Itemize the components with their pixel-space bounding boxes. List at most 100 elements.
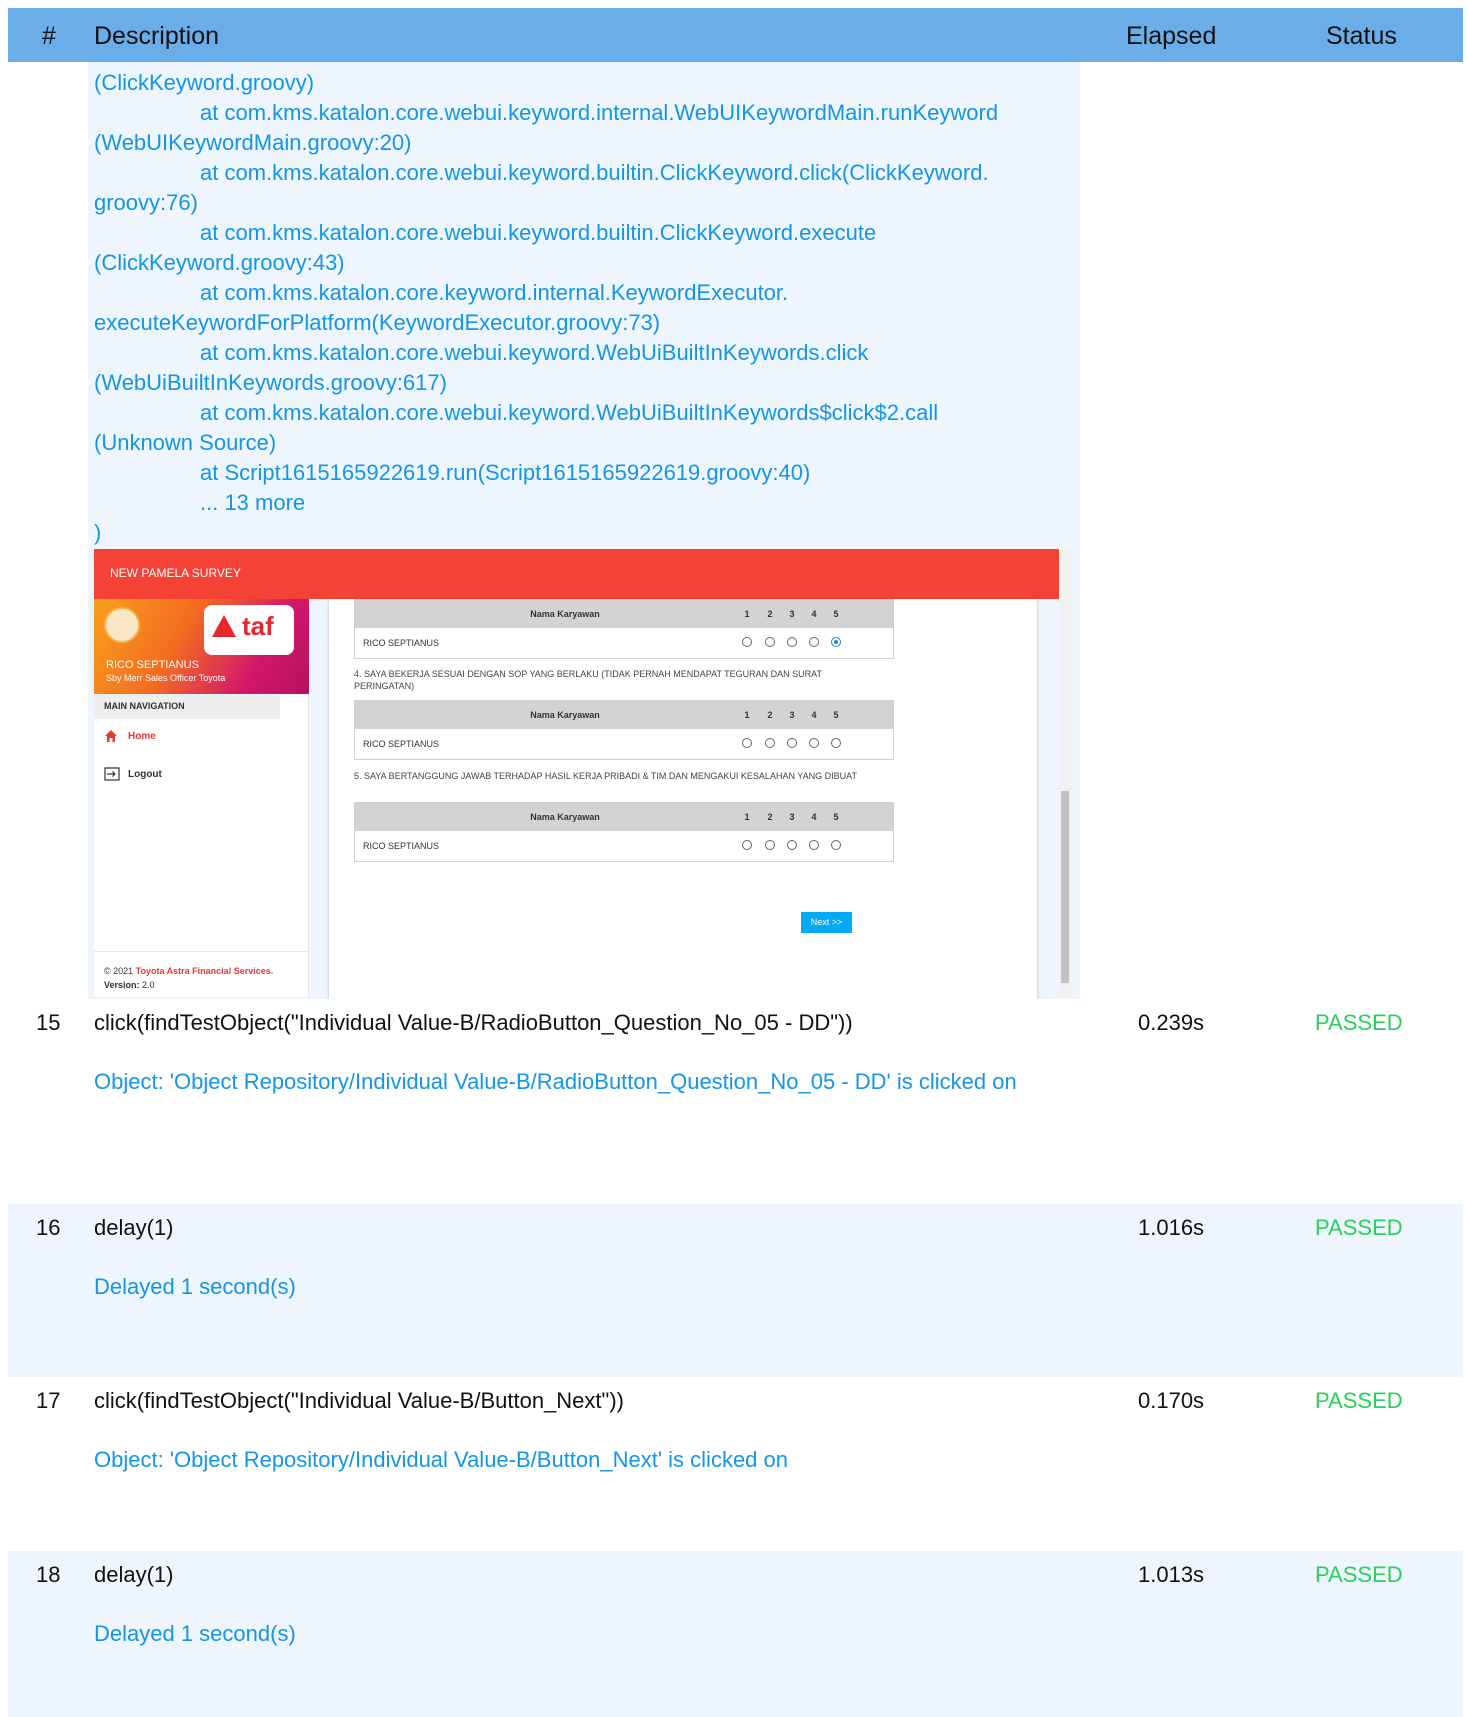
header-num: #: [42, 22, 56, 50]
radio-option[interactable]: [809, 637, 819, 647]
version-value: 2.0: [142, 980, 155, 990]
home-icon: [105, 730, 117, 742]
step-command: delay(1): [94, 1215, 174, 1240]
step-row-16: 16 delay(1) 1.016s PASSED Delayed 1 seco…: [8, 1204, 1463, 1377]
step-number: 18: [36, 1562, 61, 1587]
radio-option[interactable]: [765, 738, 775, 748]
radio-option[interactable]: [742, 637, 752, 647]
trace-line: groovy:76): [94, 190, 198, 215]
radio-option[interactable]: [831, 738, 841, 748]
taf-logo-icon: [212, 615, 236, 637]
rating-table: Nama Karyawan 1 2 3 4 5 RICO SEPTIANUS: [354, 700, 894, 760]
trace-line: (WebUiBuiltInKeywords.groovy:617): [94, 370, 447, 395]
scrollbar-thumb[interactable]: [1061, 791, 1069, 983]
col-scale: 5: [833, 710, 839, 720]
survey-card: Nama Karyawan 1 2 3 4 5 RICO SEPTIANUS 4…: [329, 599, 1037, 999]
employee-name: RICO SEPTIANUS: [363, 739, 440, 749]
trace-line: at com.kms.katalon.core.webui.keyword.We…: [200, 340, 869, 365]
radio-option[interactable]: [809, 840, 819, 850]
copyright-company: Toyota Astra Financial Services.: [135, 966, 274, 976]
nav-home[interactable]: Home: [128, 731, 156, 742]
col-scale: 4: [811, 812, 817, 822]
radio-option[interactable]: [765, 840, 775, 850]
step-status: PASSED: [1315, 1215, 1403, 1240]
rating-table-header: Nama Karyawan 1 2 3 4 5: [355, 600, 893, 628]
user-name: RICO SEPTIANUS: [106, 659, 199, 671]
radio-option-selected[interactable]: [831, 637, 841, 647]
step-elapsed: 1.013s: [1138, 1562, 1205, 1587]
trace-line: (Unknown Source): [94, 430, 277, 455]
col-scale: 1: [744, 812, 750, 822]
radio-option[interactable]: [787, 637, 797, 647]
trace-line: at com.kms.katalon.core.keyword.internal…: [200, 280, 789, 305]
step-message: Object: 'Object Repository/Individual Va…: [94, 1447, 788, 1472]
version-label: Version:: [104, 980, 140, 990]
next-button[interactable]: Next >>: [801, 912, 852, 933]
step-number: 16: [36, 1215, 61, 1240]
trace-line: at Script1615165922619.run(Script1615165…: [200, 460, 811, 485]
trace-line: at com.kms.katalon.core.webui.keyword.bu…: [200, 220, 877, 245]
question-5: 5. SAYA BERTANGGUNG JAWAB TERHADAP HASIL…: [354, 771, 857, 781]
survey-title: NEW PAMELA SURVEY: [110, 566, 241, 580]
col-scale: 3: [789, 609, 795, 619]
sidebar-footer: © 2021 Toyota Astra Financial Services. …: [94, 951, 309, 997]
step-elapsed: 0.239s: [1138, 1010, 1205, 1035]
report-header: # Description Elapsed Status: [8, 8, 1463, 62]
col-name: Nama Karyawan: [530, 710, 600, 720]
version: Version: 2.0: [104, 980, 155, 990]
radio-option[interactable]: [831, 840, 841, 850]
survey-sidebar: taf RICO SEPTIANUS Sby Merr Sales Office…: [94, 599, 309, 997]
step-elapsed: 1.016s: [1138, 1215, 1205, 1240]
step-command: click(findTestObject("Individual Value-B…: [94, 1010, 853, 1035]
trace-line: (ClickKeyword.groovy): [94, 70, 315, 95]
rating-table: Nama Karyawan 1 2 3 4 5 RICO SEPTIANUS: [354, 802, 894, 862]
step-message: Object: 'Object Repository/Individual Va…: [94, 1069, 1017, 1094]
avatar: [104, 607, 140, 643]
col-scale: 1: [744, 609, 750, 619]
col-scale: 2: [767, 812, 773, 822]
taf-logo-text: taf: [242, 611, 274, 641]
sidebar-banner: taf RICO SEPTIANUS Sby Merr Sales Office…: [94, 599, 309, 694]
step-message: Delayed 1 second(s): [94, 1274, 296, 1299]
radio-option[interactable]: [787, 738, 797, 748]
col-scale: 3: [789, 710, 795, 720]
table-row: RICO SEPTIANUS: [355, 831, 893, 861]
radio-option[interactable]: [742, 840, 752, 850]
trace-line: ... 13 more: [200, 490, 306, 515]
col-scale: 4: [811, 710, 817, 720]
col-scale: 5: [833, 812, 839, 822]
main-navigation-label: MAIN NAVIGATION: [104, 701, 185, 711]
col-scale: 3: [789, 812, 795, 822]
col-scale: 1: [744, 710, 750, 720]
step-elapsed: 0.170s: [1138, 1388, 1205, 1413]
col-scale: 2: [767, 609, 773, 619]
logout-icon: [104, 767, 120, 781]
question-4: 4. SAYA BEKERJA SESUAI DENGAN SOP YANG B…: [354, 669, 822, 691]
step-command: delay(1): [94, 1562, 174, 1587]
employee-name: RICO SEPTIANUS: [363, 841, 440, 851]
step-command: click(findTestObject("Individual Value-B…: [94, 1388, 624, 1413]
trace-line: executeKeywordForPlatform(KeywordExecuto…: [94, 310, 661, 335]
trace-line: (ClickKeyword.groovy:43): [94, 250, 345, 275]
step-row-15: 15 click(findTestObject("Individual Valu…: [8, 999, 1463, 1204]
col-name: Nama Karyawan: [530, 812, 600, 822]
col-name: Nama Karyawan: [530, 609, 600, 619]
table-row: RICO SEPTIANUS: [355, 628, 893, 658]
header-elapsed: Elapsed: [1126, 22, 1217, 50]
col-scale: 5: [833, 609, 839, 619]
step-status: PASSED: [1315, 1010, 1403, 1035]
survey-title-bar: NEW PAMELA SURVEY: [94, 549, 1059, 599]
rating-table-header: Nama Karyawan 1 2 3 4 5: [355, 701, 893, 729]
step-number: 15: [36, 1010, 61, 1035]
step-status: PASSED: [1315, 1388, 1403, 1413]
radio-option[interactable]: [809, 738, 819, 748]
nav-logout[interactable]: Logout: [128, 769, 162, 780]
step-row-17: 17 click(findTestObject("Individual Valu…: [8, 1377, 1463, 1551]
step-number: 17: [36, 1388, 61, 1413]
rating-table: Nama Karyawan 1 2 3 4 5 RICO SEPTIANUS: [354, 599, 894, 659]
radio-option[interactable]: [765, 637, 775, 647]
radio-option[interactable]: [787, 840, 797, 850]
failure-screenshot[interactable]: NEW PAMELA SURVEY taf RICO SEPTIANUS Sby…: [88, 549, 1080, 999]
radio-option[interactable]: [742, 738, 752, 748]
stack-trace: (ClickKeyword.groovy) at com.kms.katalon…: [88, 62, 1080, 550]
